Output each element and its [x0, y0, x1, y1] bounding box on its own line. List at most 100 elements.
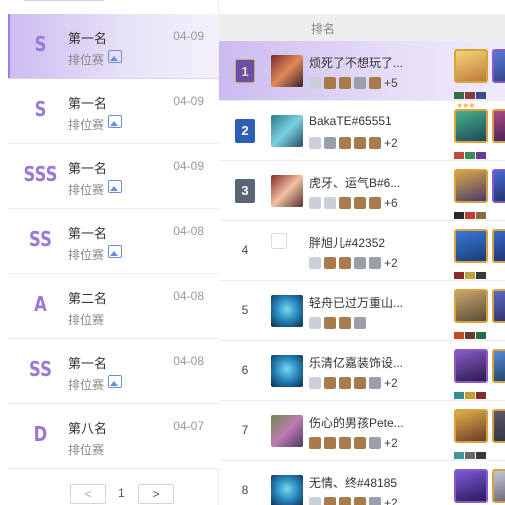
trait-icon [369, 256, 381, 269]
item-list [454, 87, 487, 99]
champion-icon [492, 229, 505, 263]
champion-icon [454, 409, 488, 443]
trait-list [309, 314, 369, 329]
item-list [454, 147, 487, 159]
more-traits-count: +5 [384, 75, 398, 90]
trait-icon [339, 256, 351, 269]
player-name: 胖旭儿#42352 [309, 236, 386, 250]
player-name: 伤心的男孩Pete... [309, 416, 404, 430]
table-row[interactable]: 8 无情、终#48185 +2 [219, 461, 505, 505]
ranking-table: 排名 1 烦死了不想玩了... +5 2 BakaTE#65551 +2 ★★★… [219, 0, 505, 505]
match-mode: 排位赛 [68, 53, 105, 67]
player-avatar [271, 175, 303, 207]
match-mode: 排位赛 [68, 118, 105, 132]
unit-list: ★★★ [454, 103, 505, 159]
trait-icon [309, 376, 321, 389]
trait-icon [309, 316, 321, 329]
image-icon [108, 375, 122, 388]
match-item[interactable]: D 第八名 排位赛 04-07 [8, 404, 219, 469]
player-name: 虎牙、运气B#6... [309, 176, 401, 190]
player-avatar [271, 295, 303, 327]
table-row[interactable]: 7 伤心的男孩Pete... +2 [219, 401, 505, 461]
rank-number: 7 [241, 423, 249, 437]
table-row[interactable]: 3 虎牙、运气B#6... +6 [219, 161, 505, 221]
trait-icon [309, 436, 321, 449]
image-icon [108, 50, 122, 63]
trait-icon [369, 436, 381, 449]
image-icon [108, 115, 122, 128]
match-grade: SS [29, 227, 52, 251]
match-item[interactable]: S 第一名 排位赛 04-09 [8, 79, 219, 144]
match-placement: 第一名 [68, 161, 108, 176]
match-item[interactable]: SSS 第一名 排位赛 04-09 [8, 144, 219, 209]
match-item[interactable]: A 第二名 排位赛 04-08 [8, 274, 219, 339]
item-list [454, 387, 487, 399]
champion-icon [454, 229, 488, 263]
trait-icon [324, 376, 336, 389]
player-name: 乐清亿嘉装饰设... [309, 356, 404, 370]
trait-icon [339, 196, 351, 209]
match-history-screen: S 第一名 排位赛 04-09 S 第一名 排位赛 04-09 SSS 第一名 … [0, 0, 505, 505]
prev-page-button[interactable]: < [70, 484, 106, 504]
table-header: 排名 [219, 14, 505, 41]
player-name: 无情、终#48185 [309, 476, 398, 490]
match-placement: 第一名 [68, 356, 108, 371]
item-list [454, 267, 487, 279]
more-traits-count: +2 [384, 435, 398, 450]
unit-list [454, 163, 505, 219]
trait-icon [324, 316, 336, 329]
trait-icon [369, 196, 381, 209]
table-row[interactable]: 5 轻舟已过万重山... [219, 281, 505, 341]
unit-list [454, 43, 505, 99]
champion-icon [454, 49, 488, 83]
trait-icon [339, 436, 351, 449]
trait-icon [339, 136, 351, 149]
champion-icon [454, 469, 488, 503]
rank-column-header: 排名 [311, 22, 336, 36]
more-traits-count: +2 [384, 375, 398, 390]
champion-icon [492, 469, 505, 503]
top-divider [24, 0, 104, 1]
item-list [454, 207, 487, 219]
trait-list: +5 [309, 74, 398, 90]
rank-number: 4 [241, 243, 249, 257]
trait-icon [324, 256, 336, 269]
match-list-panel: S 第一名 排位赛 04-09 S 第一名 排位赛 04-09 SSS 第一名 … [8, 0, 219, 505]
trait-icon [354, 196, 366, 209]
match-item[interactable]: S 第一名 排位赛 04-09 [8, 14, 219, 79]
table-row[interactable]: 4 胖旭儿#42352 +2 [219, 221, 505, 281]
match-date: 04-09 [173, 29, 204, 43]
match-item[interactable]: SS 第一名 排位赛 04-08 [8, 339, 219, 404]
rank-1-badge-icon: 1 [235, 59, 255, 83]
trait-icon [354, 376, 366, 389]
champion-icon [492, 349, 505, 383]
table-row[interactable]: 2 BakaTE#65551 +2 ★★★ [219, 101, 505, 161]
match-date: 04-08 [173, 289, 204, 303]
match-date: 04-09 [173, 94, 204, 108]
table-row[interactable]: 6 乐清亿嘉装饰设... +2 [219, 341, 505, 401]
champion-icon [492, 49, 505, 83]
match-placement: 第一名 [68, 226, 108, 241]
trait-icon [309, 196, 321, 209]
match-grade: D [33, 422, 48, 446]
next-page-button[interactable]: > [138, 484, 174, 504]
table-row[interactable]: 1 烦死了不想玩了... +5 [219, 41, 505, 101]
player-avatar [271, 233, 287, 249]
match-item[interactable]: SS 第一名 排位赛 04-08 [8, 209, 219, 274]
match-mode: 排位赛 [68, 443, 105, 457]
match-mode: 排位赛 [68, 183, 105, 197]
trait-icon [309, 76, 321, 89]
match-date: 04-08 [173, 224, 204, 238]
match-placement: 第八名 [68, 421, 108, 436]
match-grade: A [34, 292, 47, 316]
match-placement: 第一名 [68, 96, 108, 111]
trait-icon [324, 196, 336, 209]
match-mode: 排位赛 [68, 248, 105, 262]
trait-list: +2 [309, 134, 398, 150]
match-grade: S [34, 32, 47, 56]
rank-3-badge-icon: 3 [235, 179, 255, 203]
image-icon [108, 245, 122, 258]
rank-number: 5 [241, 303, 249, 317]
trait-icon [369, 136, 381, 149]
player-name: BakaTE#65551 [309, 114, 392, 128]
